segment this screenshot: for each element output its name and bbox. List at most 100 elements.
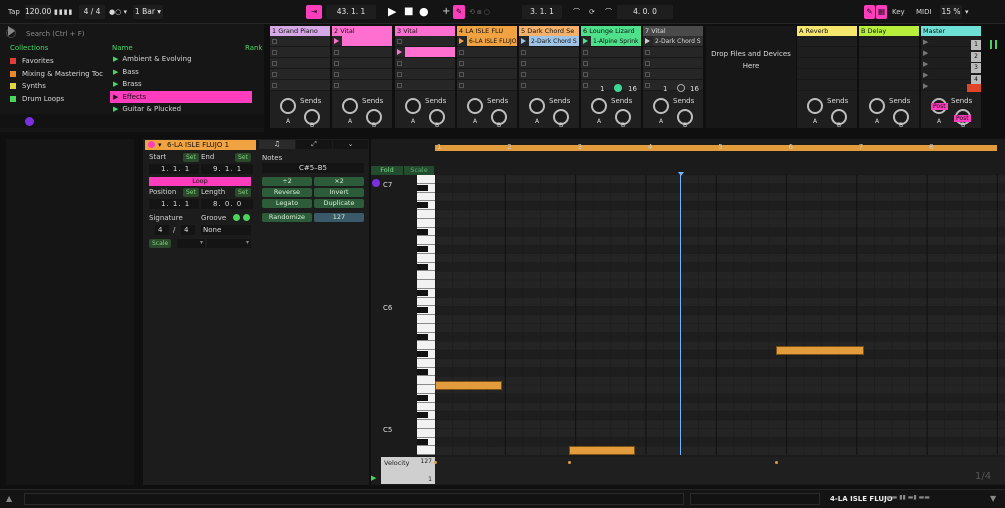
clip[interactable]: 2-Dark Chord S [529, 36, 579, 46]
post-toggle[interactable]: Post [931, 103, 948, 110]
slot-stop-icon[interactable] [272, 72, 277, 77]
return-send-a-knob[interactable] [807, 98, 823, 114]
return-track-header[interactable]: A Reverb [797, 26, 857, 36]
scene-launch-icon[interactable]: ▶ [923, 60, 928, 68]
piano-black-key[interactable] [417, 246, 428, 252]
return-slot[interactable] [797, 69, 857, 80]
clip[interactable]: 1-Alpine Sprink [591, 36, 641, 46]
piano-key[interactable] [417, 192, 435, 202]
send-a-knob[interactable] [405, 98, 421, 114]
folder-expand-icon[interactable]: ▶ [113, 93, 118, 101]
key-map-button[interactable]: Key [892, 5, 905, 19]
clip-slot[interactable] [643, 47, 703, 58]
send-a-knob[interactable] [529, 98, 545, 114]
midi-note[interactable] [775, 345, 864, 355]
rank-column-header[interactable]: Rank [245, 43, 263, 53]
clip-slot[interactable] [270, 69, 330, 80]
info-toggle-icon[interactable]: ▲ [6, 494, 12, 503]
slot-stop-icon[interactable] [459, 72, 464, 77]
clip-slot[interactable] [581, 69, 641, 80]
position-set-button[interactable]: Set [183, 188, 199, 197]
clip-slot[interactable] [332, 58, 392, 69]
collection-item[interactable]: Synths [10, 80, 46, 92]
invert-button[interactable]: Invert [314, 188, 364, 197]
clip-slot[interactable] [395, 69, 455, 80]
clip-slot[interactable] [332, 69, 392, 80]
draw-mode-icon[interactable]: ✎ [864, 5, 875, 19]
clip-slot[interactable]: 2-Dark Chord S [519, 36, 579, 47]
return-slot[interactable] [859, 69, 919, 80]
signature-denominator[interactable]: 4 [181, 225, 195, 235]
clip-slot[interactable] [270, 36, 330, 47]
clip-slot[interactable]: 2-Dark Chord S [643, 36, 703, 47]
scale-name-select[interactable]: ▾ [207, 239, 251, 248]
slot-stop-icon[interactable] [645, 72, 650, 77]
clip-launch-icon[interactable] [397, 49, 402, 55]
velocity-marker[interactable] [434, 461, 437, 464]
return-slot[interactable] [859, 80, 919, 91]
track-header[interactable]: 2 Vital [332, 26, 392, 36]
session-record-icons[interactable]: ⟲ ⧈ ○ [469, 5, 490, 19]
groove-commit-icon[interactable] [243, 214, 250, 221]
stop-icon[interactable]: ■ [404, 5, 413, 19]
scale-root-select[interactable]: ▾ [177, 239, 205, 248]
duplicate-button[interactable]: Duplicate [314, 199, 364, 208]
legato-button[interactable]: Legato [262, 199, 312, 208]
clip-activator-icon[interactable] [148, 141, 155, 148]
browser-expand-icon[interactable] [8, 26, 15, 36]
piano-key[interactable] [417, 280, 435, 289]
piano-key[interactable] [417, 271, 435, 280]
double-button[interactable]: ×2 [314, 177, 364, 186]
piano-key[interactable] [417, 446, 435, 455]
piano-black-key[interactable] [417, 351, 428, 357]
clip[interactable]: 6-LA ISLE FLUJO [467, 36, 517, 46]
clip-slot[interactable] [519, 80, 579, 91]
loop-length-field[interactable]: 4. 0. 0 [617, 5, 673, 19]
browser-item[interactable]: ▶ Bass [110, 66, 252, 78]
return-slot[interactable] [859, 47, 919, 58]
mixer-toggle-icon[interactable] [990, 40, 997, 49]
return-slot[interactable] [797, 80, 857, 91]
punch-in-icon[interactable]: ⌒ [573, 5, 580, 19]
length-set-button[interactable]: Set [235, 188, 251, 197]
name-column-header[interactable]: Name [112, 43, 133, 53]
velocity-marker[interactable] [567, 461, 571, 464]
clip-slot[interactable] [395, 36, 455, 47]
expression-tab-icon[interactable]: ⤢ [296, 140, 332, 149]
return-track-header[interactable]: Master [921, 26, 981, 36]
note-tab-icon[interactable]: ♫ [259, 140, 295, 149]
return-track-header[interactable]: B Delay [859, 26, 919, 36]
slot-stop-icon[interactable] [645, 83, 650, 88]
clip-launch-icon[interactable] [334, 38, 339, 44]
track-header[interactable]: 1 Grand Piano [270, 26, 330, 36]
slot-stop-icon[interactable] [397, 72, 402, 77]
velocity-value-field[interactable]: 127 [314, 213, 364, 222]
slot-stop-icon[interactable] [459, 50, 464, 55]
send-a-knob[interactable] [591, 98, 607, 114]
position-field[interactable]: 1. 1. 1 [149, 199, 199, 209]
clip-slot[interactable] [519, 58, 579, 69]
return-slot[interactable] [797, 58, 857, 69]
piano-black-key[interactable] [417, 368, 428, 375]
folder-expand-icon[interactable]: ▶ [113, 80, 118, 88]
punch-out-icon[interactable]: ⌒ [605, 5, 612, 19]
clip-slot[interactable] [581, 58, 641, 69]
send-a-knob[interactable] [467, 98, 483, 114]
midi-channel-field[interactable]: 1 [600, 85, 604, 93]
slot-stop-icon[interactable] [459, 83, 464, 88]
start-field[interactable]: 1. 1. 1 [149, 164, 199, 174]
clip-slot[interactable]: 6-LA ISLE FLUJO [457, 36, 517, 47]
preview-icon[interactable] [25, 117, 34, 126]
return-slot[interactable] [859, 36, 919, 47]
collection-item[interactable]: Drum Loops [10, 93, 64, 105]
loop-button[interactable]: Loop [149, 177, 251, 186]
clip-slot[interactable] [643, 58, 703, 69]
slot-stop-icon[interactable] [272, 83, 277, 88]
clip-slot[interactable] [270, 58, 330, 69]
piano-black-key[interactable] [417, 289, 428, 296]
slot-stop-icon[interactable] [397, 83, 402, 88]
track-header[interactable]: 7 Vital [643, 26, 703, 36]
return-slot[interactable] [797, 47, 857, 58]
midi-channel-field[interactable]: 16 [690, 85, 699, 93]
piano-black-key[interactable] [417, 394, 428, 401]
